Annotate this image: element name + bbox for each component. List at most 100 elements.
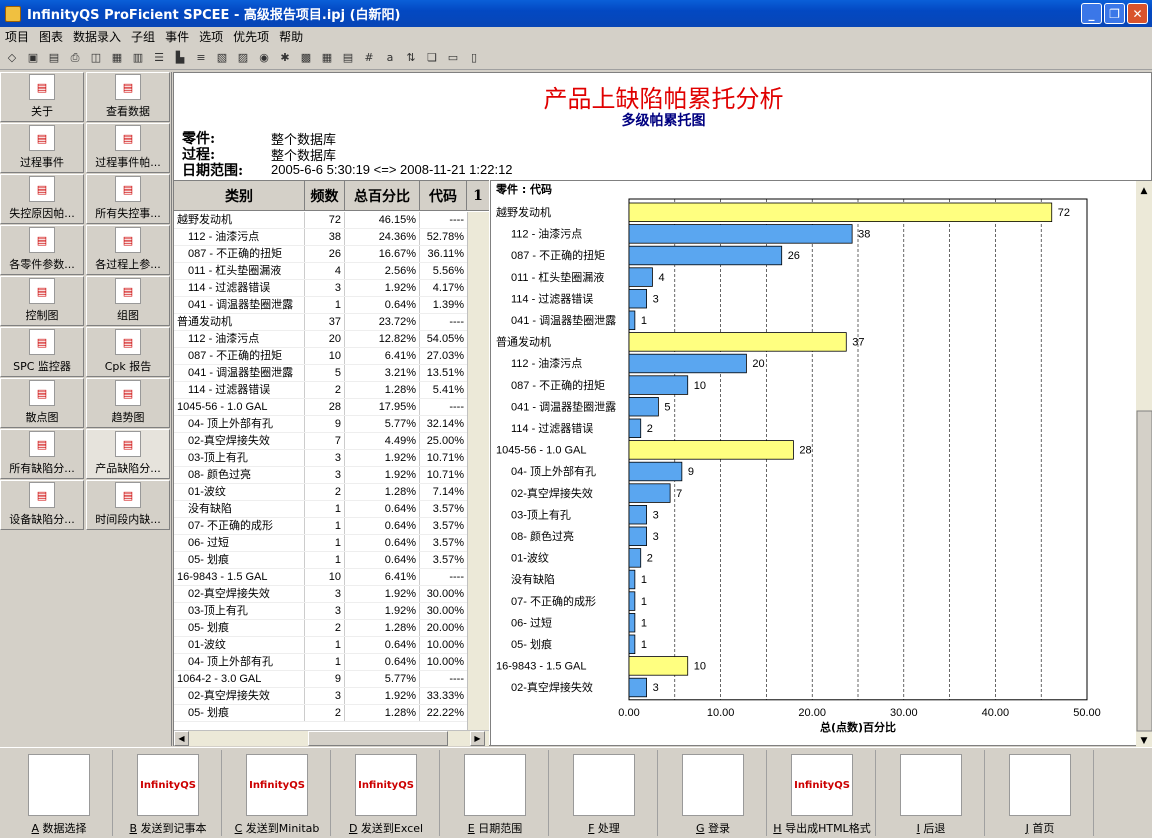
toolbar-calc-icon[interactable]: ▩ (297, 49, 315, 67)
toolbar-histogram-icon[interactable]: ▙ (171, 49, 189, 67)
table-row[interactable]: 114 - 过滤器错误 3 1.92% 4.17% (174, 280, 467, 297)
menu-item-3[interactable]: 子组 (126, 28, 160, 45)
table-row[interactable]: 16-9843 - 1.5 GAL 10 6.41% ---- (174, 569, 467, 586)
close-button[interactable]: ✕ (1127, 3, 1148, 24)
toolbar-plugin-icon[interactable]: ✱ (276, 49, 294, 67)
bottom-button-j[interactable]: J 首页 (987, 750, 1094, 836)
table-row[interactable]: 越野发动机 72 46.15% ---- (174, 212, 467, 229)
bottom-button-d[interactable]: InfinityQS D 发送到Excel (333, 750, 440, 836)
nav-button-6[interactable]: ▤ 各零件参数... (0, 225, 84, 275)
menu-item-2[interactable]: 数据录入 (68, 28, 126, 45)
column-header-category[interactable]: 类别 (174, 181, 305, 210)
nav-button-2[interactable]: ▤ 过程事件 (0, 123, 84, 173)
toolbar-grid-icon[interactable]: ▦ (108, 49, 126, 67)
table-row[interactable]: 041 - 调温器垫圈泄露 1 0.64% 1.39% (174, 297, 467, 314)
table-scroll-thumb[interactable] (308, 731, 448, 746)
table-row[interactable]: 03-顶上有孔 3 1.92% 10.71% (174, 450, 467, 467)
bottom-button-f[interactable]: F 处理 (551, 750, 658, 836)
toolbar-preview-icon[interactable]: ◫ (87, 49, 105, 67)
table-scroll-left-button[interactable]: ◀ (174, 731, 189, 746)
column-header-total-percent[interactable]: 总百分比 (345, 181, 420, 210)
menu-item-0[interactable]: 项目 (0, 28, 34, 45)
toolbar-stack-icon[interactable]: ≡ (192, 49, 210, 67)
nav-button-4[interactable]: ▤ 失控原因帕... (0, 174, 84, 224)
table-row[interactable]: 112 - 油漆污点 20 12.82% 54.05% (174, 331, 467, 348)
bottom-button-e[interactable]: E 日期范围 (442, 750, 549, 836)
nav-button-11[interactable]: ▤ Cpk 报告 (86, 327, 170, 377)
nav-button-1[interactable]: ▤ 查看数据 (86, 72, 170, 122)
table-row[interactable]: 05- 划痕 2 1.28% 22.22% (174, 705, 467, 722)
table-row[interactable]: 03-顶上有孔 3 1.92% 30.00% (174, 603, 467, 620)
table-row[interactable]: 112 - 油漆污点 38 24.36% 52.78% (174, 229, 467, 246)
table-row[interactable]: 041 - 调温器垫圈泄露 5 3.21% 13.51% (174, 365, 467, 382)
nav-button-5[interactable]: ▤ 所有失控事... (86, 174, 170, 224)
restore-button[interactable]: ❐ (1104, 3, 1125, 24)
toolbar-target-icon[interactable]: ◉ (255, 49, 273, 67)
nav-button-16[interactable]: ▤ 设备缺陷分... (0, 480, 84, 530)
scroll-down-arrow-icon[interactable]: ▼ (1141, 736, 1148, 746)
minimize-button[interactable]: _ (1081, 3, 1102, 24)
table-row[interactable]: 04- 顶上外部有孔 9 5.77% 32.14% (174, 416, 467, 433)
toolbar-abc-icon[interactable]: a (381, 49, 399, 67)
table-row[interactable]: 07- 不正确的成形 1 0.64% 3.57% (174, 518, 467, 535)
table-row[interactable]: 08- 颜色过亮 3 1.92% 10.71% (174, 467, 467, 484)
bottom-button-i[interactable]: I 后退 (878, 750, 985, 836)
table-vertical-scrollbar[interactable] (467, 212, 489, 730)
toolbar-split-icon[interactable]: ▭ (444, 49, 462, 67)
column-header-frequency[interactable]: 频数 (305, 181, 345, 210)
nav-button-8[interactable]: ▤ 控制图 (0, 276, 84, 326)
bottom-button-h[interactable]: InfinityQS H 导出成HTML格式 (769, 750, 876, 836)
nav-button-15[interactable]: ▤ 产品缺陷分... (86, 429, 170, 479)
menu-item-6[interactable]: 优先项 (228, 28, 274, 45)
nav-button-14[interactable]: ▤ 所有缺陷分... (0, 429, 84, 479)
toolbar-table-icon[interactable]: ▦ (318, 49, 336, 67)
table-row[interactable]: 06- 过短 1 0.64% 3.57% (174, 535, 467, 552)
table-row[interactable]: 01-波纹 2 1.28% 7.14% (174, 484, 467, 501)
table-row[interactable]: 01-波纹 1 0.64% 10.00% (174, 637, 467, 654)
toolbar-save-icon[interactable]: ▤ (45, 49, 63, 67)
table-row[interactable]: 05- 划痕 2 1.28% 20.00% (174, 620, 467, 637)
table-horizontal-scrollbar[interactable]: ◀ ▶ (174, 730, 489, 746)
menu-item-7[interactable]: 帮助 (274, 28, 308, 45)
menu-item-5[interactable]: 选项 (194, 28, 228, 45)
toolbar-window-icon[interactable]: ▯ (465, 49, 483, 67)
column-header-code[interactable]: 代码 (420, 181, 467, 210)
nav-button-9[interactable]: ▤ 组图 (86, 276, 170, 326)
table-row[interactable]: 普通发动机 37 23.72% ---- (174, 314, 467, 331)
toolbar-number-icon[interactable]: # (360, 49, 378, 67)
table-row[interactable]: 087 - 不正确的扭矩 10 6.41% 27.03% (174, 348, 467, 365)
bottom-button-g[interactable]: G 登录 (660, 750, 767, 836)
table-scroll-right-button[interactable]: ▶ (470, 731, 485, 746)
toolbar-doc-icon[interactable]: ▤ (339, 49, 357, 67)
table-row[interactable]: 02-真空焊接失效 3 1.92% 30.00% (174, 586, 467, 603)
toolbar-sort-icon[interactable]: ⇅ (402, 49, 420, 67)
nav-button-13[interactable]: ▤ 趋势图 (86, 378, 170, 428)
toolbar-chart-icon[interactable]: ▥ (129, 49, 147, 67)
table-row[interactable]: 011 - 杠头垫圈漏液 4 2.56% 5.56% (174, 263, 467, 280)
toolbar-print-icon[interactable]: ⎙ (66, 49, 84, 67)
table-row[interactable]: 114 - 过滤器错误 2 1.28% 5.41% (174, 382, 467, 399)
table-row[interactable]: 02-真空焊接失效 7 4.49% 25.00% (174, 433, 467, 450)
table-row[interactable]: 没有缺陷 1 0.64% 3.57% (174, 501, 467, 518)
bottom-button-b[interactable]: InfinityQS B 发送到记事本 (115, 750, 222, 836)
table-row[interactable]: 02-真空焊接失效 3 1.92% 33.33% (174, 688, 467, 705)
table-row[interactable]: 087 - 不正确的扭矩 26 16.67% 36.11% (174, 246, 467, 263)
nav-button-12[interactable]: ▤ 散点图 (0, 378, 84, 428)
table-row[interactable]: 05- 划痕 1 0.64% 3.57% (174, 552, 467, 569)
chart-scroll-thumb[interactable] (1136, 410, 1152, 732)
nav-button-7[interactable]: ▤ 各过程上参... (86, 225, 170, 275)
bottom-button-a[interactable]: A 数据选择 (6, 750, 113, 836)
toolbar-list-icon[interactable]: ☰ (150, 49, 168, 67)
bottom-button-c[interactable]: InfinityQS C 发送到Minitab (224, 750, 331, 836)
table-row[interactable]: 04- 顶上外部有孔 1 0.64% 10.00% (174, 654, 467, 671)
nav-button-0[interactable]: ▤ 关于 (0, 72, 84, 122)
toolbar-card-icon[interactable]: ▨ (234, 49, 252, 67)
toolbar-open-icon[interactable]: ▣ (24, 49, 42, 67)
menu-item-4[interactable]: 事件 (160, 28, 194, 45)
table-row[interactable]: 1064-2 - 3.0 GAL 9 5.77% ---- (174, 671, 467, 688)
scroll-up-arrow-icon[interactable]: ▲ (1141, 186, 1148, 196)
nav-button-17[interactable]: ▤ 时间段内缺... (86, 480, 170, 530)
toolbar-layers-icon[interactable]: ❏ (423, 49, 441, 67)
toolbar-sticky-icon[interactable]: ▧ (213, 49, 231, 67)
nav-button-10[interactable]: ▤ SPC 监控器 (0, 327, 84, 377)
